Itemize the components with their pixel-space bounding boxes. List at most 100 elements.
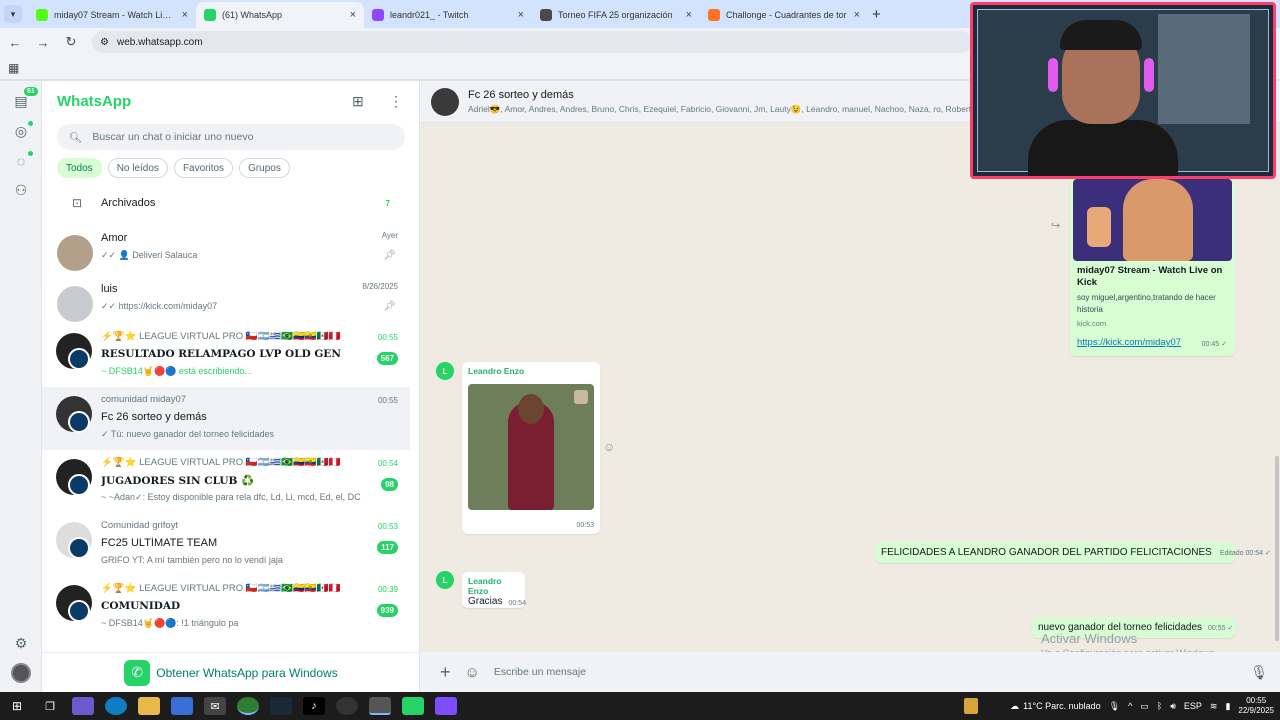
settings-icon[interactable]: ⚙ (12, 634, 30, 652)
apps-grid-icon[interactable]: ▦ (8, 61, 19, 75)
microphone-icon[interactable]: 🎙︎ (1250, 664, 1268, 681)
new-chat-icon[interactable]: ⊞ (352, 93, 364, 110)
chat-name: Fc 26 sorteo y demás (101, 411, 207, 423)
close-tab-icon[interactable]: × (686, 9, 692, 21)
volume-icon[interactable]: 🔊︎ (1170, 701, 1176, 712)
attach-plus-icon[interactable]: + (440, 662, 451, 683)
chat-list-item[interactable]: Comunidad grifoyt FC25 ULTÍMATE TEAM GRIFO… (42, 513, 410, 576)
discord-icon[interactable] (435, 697, 457, 715)
bluetooth-icon[interactable]: ᛒ (1157, 701, 1162, 711)
forward-icon[interactable]: ↪ (1051, 219, 1060, 232)
webcam-overlay (970, 2, 1276, 179)
get-app-banner[interactable]: ✆ Obtener WhatsApp para Windows (42, 652, 420, 692)
link-url[interactable]: https://kick.com/miday07 (1077, 337, 1181, 348)
chevron-up-icon[interactable]: ^ (1128, 701, 1132, 711)
obs-icon[interactable] (336, 697, 358, 715)
language-indicator[interactable]: ESP (1184, 701, 1202, 711)
chat-list: Amor ✓✓ 👤 Deliveri Salauca Ayer 📌︎ luis ✓✓ ht… (42, 222, 410, 639)
menu-icon[interactable]: ⋮ (389, 93, 403, 110)
profile-avatar[interactable] (11, 663, 31, 683)
tab-favicon-icon (372, 9, 384, 21)
group-avatar[interactable] (431, 88, 459, 116)
browser-tab[interactable]: Torneo FIFA 25 organización × (532, 2, 700, 28)
emoji-icon[interactable]: ☺ (465, 664, 480, 681)
reload-button[interactable]: ↻ (64, 34, 78, 50)
chat-list-item[interactable]: Amor ✓✓ 👤 Deliveri Salauca Ayer 📌︎ (42, 222, 410, 273)
widget-icon[interactable] (964, 698, 979, 714)
filter-chip[interactable]: Favoritos (173, 158, 234, 178)
react-emoji-icon[interactable]: ☺ (603, 440, 615, 454)
chat-list-item[interactable]: ⚡🏆⭐ LEAGUE VIRTUAL PRO 🇨🇱🇦🇷🇺🇾🇧🇷🇨🇴🇪🇨🇲🇽🇵🇪 C… (42, 576, 410, 639)
sender-avatar[interactable]: L (436, 571, 454, 589)
file-explorer-icon[interactable] (138, 697, 160, 715)
wifi-icon[interactable]: ≋ (1210, 701, 1218, 712)
chat-community: ⚡🏆⭐ LEAGUE VIRTUAL PRO 🇨🇱🇦🇷🇺🇾🇧🇷🇨🇴🇪🇨🇲🇽🇵🇪 (101, 583, 341, 594)
webcam-person-hair (1060, 20, 1142, 50)
link-thumbnail (1073, 179, 1232, 261)
link-description: soy miguel,argentino,tratando de hacer h… (1077, 293, 1216, 314)
browser-tab[interactable]: Challonge - Cuadrantes de tor × (700, 2, 868, 28)
copilot-icon[interactable] (72, 697, 94, 715)
channels-icon[interactable]: ◌ (12, 152, 30, 170)
network-icon[interactable]: ▭ (1140, 701, 1149, 712)
forward-button[interactable]: → (36, 35, 50, 50)
clock[interactable]: 00:55 22/9/2025 (1238, 696, 1274, 716)
back-button[interactable]: ← (8, 35, 22, 50)
close-tab-icon[interactable]: × (854, 9, 860, 21)
chat-sub-avatar (68, 474, 90, 496)
filter-chip[interactable]: No leídos (107, 158, 168, 178)
address-bar[interactable]: ⚙ web.whatsapp.com (92, 31, 972, 53)
archived-count: 7 (385, 198, 390, 208)
communities-icon[interactable]: ⚇ (12, 181, 30, 199)
tab-title: miday07 Stream - Watch Live o (54, 10, 176, 20)
chrome-icon[interactable] (237, 697, 259, 715)
chat-list-item[interactable]: ⚡🏆⭐ LEAGUE VIRTUAL PRO 🇨🇱🇦🇷🇺🇾🇧🇷🇨🇴🇪🇨🇲🇽🇵🇪 R… (42, 324, 410, 387)
weather-icon: ☁ (1010, 700, 1020, 711)
tiktok-icon[interactable]: ♪ (303, 697, 325, 715)
edge-icon[interactable] (105, 697, 127, 715)
status-icon[interactable]: ◎ (12, 122, 30, 140)
incoming-message[interactable]: Leandro Enzo Gracias 00:54 (462, 572, 526, 608)
store-icon[interactable] (171, 697, 193, 715)
gif-image[interactable] (468, 384, 594, 510)
app-icon[interactable] (369, 697, 391, 715)
tab-favicon-icon (708, 9, 720, 21)
tab-title: Challonge - Cuadrantes de tor (726, 10, 847, 20)
conversation-scrollbar[interactable] (1275, 456, 1279, 641)
browser-tab[interactable]: leandr021_ - Twitch × (364, 2, 532, 28)
filter-chip[interactable]: Todos (57, 158, 102, 178)
chat-name: Amor (101, 232, 128, 244)
browser-tab[interactable]: miday07 Stream - Watch Live o × (28, 2, 196, 28)
task-view-icon[interactable]: ❐ (39, 697, 61, 715)
chat-name: RESULTADO RELAMPAGO LVP OLD GEN (101, 348, 341, 360)
chat-list-panel: WhatsApp ⊞ ⋮ 🔍︎ Buscar un chat o iniciar… (42, 81, 420, 692)
close-tab-icon[interactable]: × (518, 9, 524, 21)
mic-tray-icon[interactable]: 🎙︎ (1109, 701, 1120, 712)
chat-list-item[interactable]: luis ✓✓ https://kick.com/miday07 8/26/2025… (42, 273, 410, 324)
filter-chip[interactable]: Grupos (239, 158, 290, 178)
site-info-icon[interactable]: ⚙ (100, 37, 109, 48)
link-preview-message[interactable]: miday07 Stream - Watch Live on Kick soy … (1070, 176, 1235, 356)
chat-time: 00:55 (377, 396, 398, 405)
chat-list-item[interactable]: comunidad miday07 Fc 26 sorteo y demás ✓ T… (42, 387, 410, 450)
chat-community: Comunidad grifoyt (101, 520, 179, 531)
weather-widget[interactable]: ☁ 11°C Parc. nublado (1010, 701, 1100, 712)
close-tab-icon[interactable]: × (182, 9, 188, 21)
battery-icon[interactable]: ▮ (1225, 701, 1230, 712)
start-icon[interactable]: ⊞ (6, 697, 28, 715)
webcam-background-light (1158, 14, 1250, 124)
message-input[interactable]: Escribe un mensaje (494, 658, 1236, 686)
steam-icon[interactable] (270, 697, 292, 715)
whatsapp-taskbar-icon[interactable] (402, 697, 424, 715)
archived-row[interactable]: ⊡ Archivados 7 (57, 191, 405, 215)
new-tab-button[interactable]: + (872, 6, 881, 23)
chat-list-item[interactable]: ⚡🏆⭐ LEAGUE VIRTUAL PRO 🇨🇱🇦🇷🇺🇾🇧🇷🇨🇴🇪🇨🇲🇽🇵🇪 J… (42, 450, 410, 513)
outgoing-message[interactable]: FELICIDADES A LEANDRO GANADOR DEL PARTID… (875, 542, 1271, 563)
chat-time: 00:39 (377, 585, 398, 594)
mail-icon[interactable]: ✉ (204, 697, 226, 715)
search-input[interactable]: 🔍︎ Buscar un chat o iniciar uno nuevo (57, 124, 405, 150)
browser-tab[interactable]: (61) WhatsApp × (196, 2, 364, 28)
sender-avatar[interactable]: L (436, 362, 454, 380)
tab-search-button[interactable]: ▾ (4, 5, 22, 23)
close-tab-icon[interactable]: × (350, 9, 356, 21)
